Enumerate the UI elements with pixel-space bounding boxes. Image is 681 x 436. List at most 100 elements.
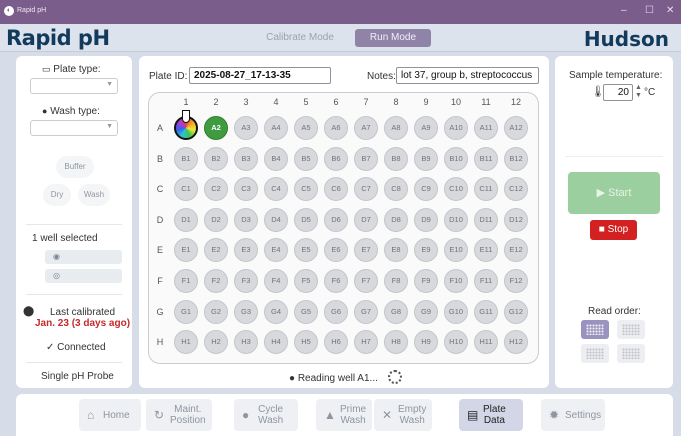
well-H4[interactable]: H4 [264,330,288,355]
well-C12[interactable]: C12 [504,177,528,202]
buffer-button[interactable]: Buffer [56,156,94,178]
well-D7[interactable]: D7 [354,207,378,232]
well-E10[interactable]: E10 [444,238,468,263]
well-F2[interactable]: F2 [204,269,228,293]
well-E7[interactable]: E7 [354,238,378,263]
well-F11[interactable]: F11 [474,269,498,293]
well-C11[interactable]: C11 [474,177,498,202]
well-B1[interactable]: B1 [174,146,198,171]
well-F9[interactable]: F9 [414,269,438,293]
nav-empty-wash-button[interactable]: ✕ Empty Wash [374,399,432,431]
read-order-column-wise[interactable] [617,320,645,339]
column-label-6[interactable]: 6 [324,97,348,107]
well-E5[interactable]: E5 [294,238,318,263]
row-label-H[interactable]: H [155,337,165,347]
well-E6[interactable]: E6 [324,238,348,263]
row-label-A[interactable]: A [155,123,165,133]
temperature-stepper[interactable]: ▲ ▼ [635,84,642,100]
well-E3[interactable]: E3 [234,238,258,263]
well-G10[interactable]: G10 [444,299,468,324]
tab-run-mode[interactable]: Run Mode [355,29,431,47]
minimize-button[interactable]: – [621,5,627,16]
wash-type-select[interactable]: ▼ [30,120,118,136]
notes-input[interactable]: lot 37, group b, streptococcus [396,67,539,84]
row-label-G[interactable]: G [155,307,165,317]
well-D2[interactable]: D2 [204,207,228,232]
well-H10[interactable]: H10 [444,330,468,355]
well-A10[interactable]: A10 [444,116,468,140]
well-G1[interactable]: G1 [174,299,198,324]
well-H5[interactable]: H5 [294,330,318,355]
well-H6[interactable]: H6 [324,330,348,355]
row-label-B[interactable]: B [155,154,165,164]
well-G9[interactable]: G9 [414,299,438,324]
well-D1[interactable]: D1 [174,207,198,232]
well-A5[interactable]: A5 [294,116,318,140]
row-label-F[interactable]: F [155,276,165,286]
well-F8[interactable]: F8 [384,269,408,293]
nav-settings-button[interactable]: ✹ Settings [541,399,605,431]
well-C6[interactable]: C6 [324,177,348,202]
well-G12[interactable]: G12 [504,299,528,324]
well-C3[interactable]: C3 [234,177,258,202]
well-E9[interactable]: E9 [414,238,438,263]
well-D11[interactable]: D11 [474,207,498,232]
well-C5[interactable]: C5 [294,177,318,202]
well-H2[interactable]: H2 [204,330,228,355]
well-D6[interactable]: D6 [324,207,348,232]
tab-calibrate-mode[interactable]: Calibrate Mode [262,29,338,47]
wash-button[interactable]: Wash [78,184,110,206]
well-H9[interactable]: H9 [414,330,438,355]
well-E4[interactable]: E4 [264,238,288,263]
well-H11[interactable]: H11 [474,330,498,355]
plate-type-select[interactable]: ▼ [30,78,118,94]
plate-id-input[interactable]: 2025-08-27_17-13-35 [189,67,331,84]
well-B8[interactable]: B8 [384,146,408,171]
column-label-8[interactable]: 8 [384,97,408,107]
well-B10[interactable]: B10 [444,146,468,171]
column-label-10[interactable]: 10 [444,97,468,107]
well-C8[interactable]: C8 [384,177,408,202]
well-E8[interactable]: E8 [384,238,408,263]
column-label-11[interactable]: 11 [474,97,498,107]
well-C9[interactable]: C9 [414,177,438,202]
well-B6[interactable]: B6 [324,146,348,171]
well-G2[interactable]: G2 [204,299,228,324]
well-A2[interactable]: A2 [204,116,228,140]
nav-prime-wash-button[interactable]: ▲ Prime Wash [316,399,372,431]
well-H3[interactable]: H3 [234,330,258,355]
well-B11[interactable]: B11 [474,146,498,171]
select-all-button[interactable]: ◉ [45,250,122,264]
well-F12[interactable]: F12 [504,269,528,293]
well-H8[interactable]: H8 [384,330,408,355]
well-E2[interactable]: E2 [204,238,228,263]
well-A3[interactable]: A3 [234,116,258,140]
well-F10[interactable]: F10 [444,269,468,293]
well-E1[interactable]: E1 [174,238,198,263]
well-B9[interactable]: B9 [414,146,438,171]
column-label-5[interactable]: 5 [294,97,318,107]
row-label-E[interactable]: E [155,245,165,255]
well-A8[interactable]: A8 [384,116,408,140]
well-D4[interactable]: D4 [264,207,288,232]
well-G4[interactable]: G4 [264,299,288,324]
well-G6[interactable]: G6 [324,299,348,324]
well-A12[interactable]: A12 [504,116,528,140]
well-G5[interactable]: G5 [294,299,318,324]
well-H12[interactable]: H12 [504,330,528,355]
well-C10[interactable]: C10 [444,177,468,202]
well-A7[interactable]: A7 [354,116,378,140]
row-label-C[interactable]: C [155,184,165,194]
nav-home-button[interactable]: ⌂ Home [79,399,141,431]
well-D3[interactable]: D3 [234,207,258,232]
read-order-column-serpentine[interactable] [617,344,645,363]
well-B4[interactable]: B4 [264,146,288,171]
row-label-D[interactable]: D [155,215,165,225]
column-label-7[interactable]: 7 [354,97,378,107]
well-E11[interactable]: E11 [474,238,498,263]
well-C7[interactable]: C7 [354,177,378,202]
column-label-12[interactable]: 12 [504,97,528,107]
well-D10[interactable]: D10 [444,207,468,232]
maximize-button[interactable]: ☐ [645,5,654,16]
well-G7[interactable]: G7 [354,299,378,324]
